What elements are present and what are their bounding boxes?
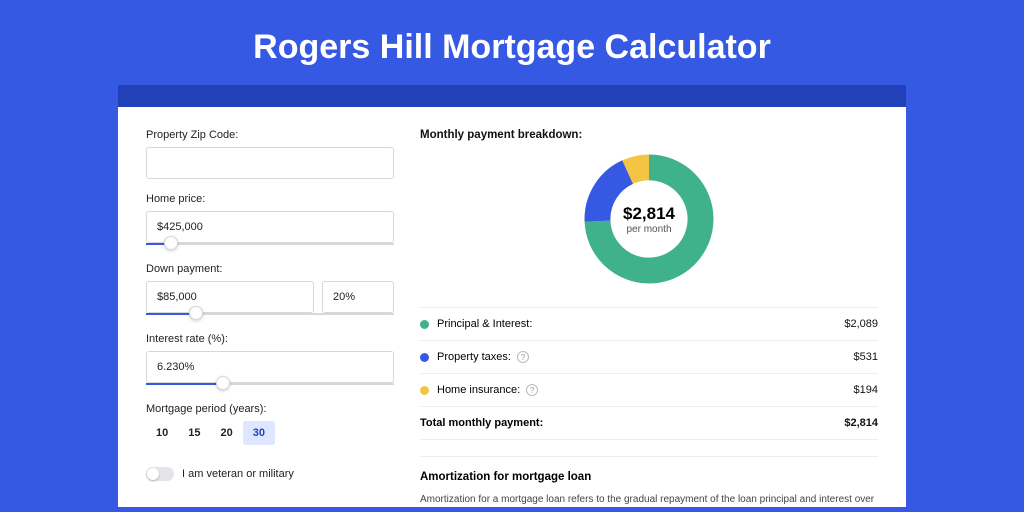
label-home-price: Home price: (146, 193, 394, 205)
legend-label: Principal & Interest: (437, 318, 532, 330)
amortization-section: Amortization for mortgage loan Amortizat… (420, 456, 878, 507)
home-price-slider[interactable] (146, 239, 394, 249)
field-zip: Property Zip Code: (146, 129, 394, 179)
legend-dot-blue (420, 353, 429, 362)
legend-row-yellow: Home insurance:? $194 (420, 374, 878, 407)
label-mortgage-period: Mortgage period (years): (146, 403, 394, 415)
legend: Principal & Interest: $2,089 Property taxe… (420, 307, 878, 440)
zip-input[interactable] (146, 147, 394, 179)
period-option-20[interactable]: 20 (211, 421, 243, 445)
down-payment-slider[interactable] (146, 309, 394, 319)
donut-chart-wrap: $2,814 per month (420, 151, 878, 287)
slider-thumb[interactable] (164, 236, 178, 250)
legend-row-green: Principal & Interest: $2,089 (420, 308, 878, 341)
period-option-30[interactable]: 30 (243, 421, 275, 445)
results-panel: Monthly payment breakdown: $2,814 per mo… (420, 129, 878, 507)
inputs-panel: Property Zip Code: Home price: Down paym… (146, 129, 394, 507)
donut-center-value: $2,814 (623, 204, 675, 224)
label-interest-rate: Interest rate (%): (146, 333, 394, 345)
page-title: Rogers Hill Mortgage Calculator (0, 0, 1024, 85)
legend-dot-green (420, 320, 429, 329)
veteran-row: I am veteran or military (146, 467, 394, 481)
total-value: $2,814 (844, 417, 878, 429)
label-zip: Property Zip Code: (146, 129, 394, 141)
label-down-payment: Down payment: (146, 263, 394, 275)
help-icon[interactable]: ? (526, 384, 538, 396)
slider-thumb[interactable] (216, 376, 230, 390)
slider-thumb[interactable] (189, 306, 203, 320)
field-mortgage-period: Mortgage period (years): 10152030 (146, 403, 394, 445)
card-shadow (118, 85, 906, 107)
legend-row-blue: Property taxes:? $531 (420, 341, 878, 374)
veteran-label: I am veteran or military (182, 468, 294, 480)
help-icon[interactable]: ? (517, 351, 529, 363)
period-options: 10152030 (146, 421, 394, 445)
legend-value: $531 (854, 351, 878, 363)
legend-dot-yellow (420, 386, 429, 395)
interest-rate-slider[interactable] (146, 379, 394, 389)
legend-label: Property taxes: (437, 351, 511, 363)
period-option-10[interactable]: 10 (146, 421, 178, 445)
period-option-15[interactable]: 15 (178, 421, 210, 445)
breakdown-title: Monthly payment breakdown: (420, 129, 878, 141)
calculator-card: Property Zip Code: Home price: Down paym… (118, 107, 906, 507)
amortization-body: Amortization for a mortgage loan refers … (420, 493, 878, 507)
veteran-toggle[interactable] (146, 467, 174, 481)
amortization-title: Amortization for mortgage loan (420, 471, 878, 483)
field-down-payment: Down payment: (146, 263, 394, 319)
donut-chart: $2,814 per month (581, 151, 717, 287)
field-interest-rate: Interest rate (%): (146, 333, 394, 389)
legend-value: $2,089 (844, 318, 878, 330)
donut-center-label: per month (626, 224, 671, 235)
total-label: Total monthly payment: (420, 417, 543, 429)
legend-label: Home insurance: (437, 384, 520, 396)
legend-value: $194 (854, 384, 878, 396)
field-home-price: Home price: (146, 193, 394, 249)
legend-row-total: Total monthly payment: $2,814 (420, 407, 878, 440)
